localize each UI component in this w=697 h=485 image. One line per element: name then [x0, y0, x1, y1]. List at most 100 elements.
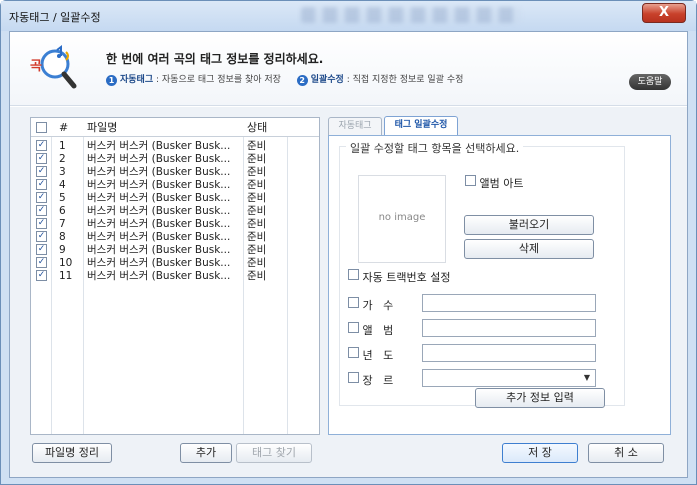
artist-input[interactable]	[422, 294, 596, 312]
batch-edit-panel: 일괄 수정할 태그 항목을 선택하세요. no image 앨범 아트 불러오기…	[328, 135, 671, 435]
artist-option[interactable]: 가 수	[348, 297, 393, 313]
column-filename[interactable]: 파일명	[87, 118, 239, 137]
step-2-name: 일괄수정	[310, 75, 344, 85]
row-filename: 버스커 버스커 (Busker Busk...	[87, 192, 231, 204]
table-row[interactable]: ✓ 1 버스커 버스커 (Busker Busk... 준비	[31, 140, 319, 152]
logo-text: 곡	[30, 59, 42, 74]
row-checkbox[interactable]: ✓	[36, 257, 47, 269]
row-status: 준비	[247, 270, 267, 282]
album-art-preview: no image	[358, 175, 446, 263]
row-num: 2	[59, 153, 66, 165]
column-status[interactable]: 상태	[247, 118, 267, 137]
row-filename: 버스커 버스커 (Busker Busk...	[87, 270, 231, 282]
row-num: 7	[59, 218, 66, 230]
row-status: 준비	[247, 179, 267, 191]
chevron-down-icon: ▼	[583, 373, 590, 382]
album-option[interactable]: 앨 범	[348, 322, 393, 338]
row-checkbox[interactable]: ✓	[36, 205, 47, 217]
row-filename: 버스커 버스커 (Busker Busk...	[87, 218, 231, 230]
row-num: 4	[59, 179, 66, 191]
table-row[interactable]: ✓ 2 버스커 버스커 (Busker Busk... 준비	[31, 153, 319, 165]
table-row[interactable]: ✓ 3 버스커 버스커 (Busker Busk... 준비	[31, 166, 319, 178]
step-2-desc: : 직접 지정한 정보로 일괄 수정	[343, 75, 464, 85]
row-num: 3	[59, 166, 66, 178]
auto-track-option[interactable]: 자동 트랙번호 설정	[348, 269, 450, 285]
step-1-name: 자동태그	[120, 75, 154, 85]
table-row[interactable]: ✓ 11 버스커 버스커 (Busker Busk... 준비	[31, 270, 319, 282]
step-2-badge: 2	[296, 75, 308, 86]
year-option[interactable]: 년 도	[348, 347, 393, 363]
row-status: 준비	[247, 205, 267, 217]
row-num: 6	[59, 205, 66, 217]
album-checkbox[interactable]	[348, 322, 359, 333]
save-button[interactable]: 저 장	[502, 443, 578, 463]
row-num: 11	[59, 270, 73, 282]
row-filename: 버스커 버스커 (Busker Busk...	[87, 205, 231, 217]
row-status: 준비	[247, 244, 267, 256]
group-title: 일괄 수정할 태그 항목을 선택하세요.	[346, 140, 524, 156]
find-tag-button[interactable]: 태그 찾기	[236, 443, 312, 463]
title-bar[interactable]: 자동태그 / 일괄수정 X	[1, 1, 696, 31]
table-row[interactable]: ✓ 4 버스커 버스커 (Busker Busk... 준비	[31, 179, 319, 191]
auto-track-checkbox[interactable]	[348, 269, 359, 280]
table-row[interactable]: ✓ 8 버스커 버스커 (Busker Busk... 준비	[31, 231, 319, 243]
row-filename: 버스커 버스커 (Busker Busk...	[87, 231, 231, 243]
close-button[interactable]: X	[642, 3, 686, 23]
row-checkbox[interactable]: ✓	[36, 244, 47, 256]
help-button[interactable]: 도움말	[629, 74, 671, 90]
row-num: 8	[59, 231, 66, 243]
row-num: 9	[59, 244, 66, 256]
year-label: 년 도	[362, 349, 394, 362]
year-input[interactable]	[422, 344, 596, 362]
row-checkbox[interactable]: ✓	[36, 231, 47, 243]
table-row[interactable]: ✓ 6 버스커 버스커 (Busker Busk... 준비	[31, 205, 319, 217]
genre-select[interactable]: ▼	[422, 369, 596, 387]
row-checkbox[interactable]: ✓	[36, 218, 47, 230]
file-list[interactable]: # 파일명 상태 ✓ 1 버스커 버스커 (Busker Busk... 준비 …	[30, 117, 320, 435]
extra-info-button[interactable]: 추가 정보 입력	[475, 388, 605, 408]
row-checkbox[interactable]: ✓	[36, 179, 47, 191]
row-checkbox[interactable]: ✓	[36, 192, 47, 204]
add-button[interactable]: 추가	[180, 443, 232, 463]
row-filename: 버스커 버스커 (Busker Busk...	[87, 179, 231, 191]
row-status: 준비	[247, 166, 267, 178]
list-header: # 파일명 상태	[31, 118, 319, 137]
genre-label: 장 르	[362, 374, 394, 387]
table-row[interactable]: ✓ 5 버스커 버스커 (Busker Busk... 준비	[31, 192, 319, 204]
dialog-client: 곡 한 번에 여러 곡의 태그 정보를 정리하세요. 1 자동태그 : 자동으로 …	[9, 31, 688, 478]
year-checkbox[interactable]	[348, 347, 359, 358]
row-checkbox[interactable]: ✓	[36, 140, 47, 152]
tab-batch-edit[interactable]: 태그 일괄수정	[384, 116, 458, 136]
column-num[interactable]: #	[59, 118, 68, 137]
step-1-desc: : 자동으로 태그 정보를 찾아 저장	[153, 75, 281, 85]
row-status: 준비	[247, 153, 267, 165]
table-row[interactable]: ✓ 7 버스커 버스커 (Busker Busk... 준비	[31, 218, 319, 230]
organize-filenames-button[interactable]: 파일명 정리	[32, 443, 112, 463]
row-filename: 버스커 버스커 (Busker Busk...	[87, 166, 231, 178]
album-label: 앨 범	[362, 324, 394, 337]
row-checkbox[interactable]: ✓	[36, 270, 47, 282]
select-all-checkbox[interactable]	[36, 122, 47, 135]
row-status: 준비	[247, 257, 267, 269]
delete-button[interactable]: 삭제	[464, 239, 594, 259]
batch-edit-group: 일괄 수정할 태그 항목을 선택하세요. no image 앨범 아트 불러오기…	[339, 140, 625, 406]
row-checkbox[interactable]: ✓	[36, 166, 47, 178]
genre-option[interactable]: 장 르	[348, 372, 393, 388]
album-input[interactable]	[422, 319, 596, 337]
cancel-button[interactable]: 취 소	[588, 443, 664, 463]
dialog-body: # 파일명 상태 ✓ 1 버스커 버스커 (Busker Busk... 준비 …	[10, 107, 687, 477]
genre-checkbox[interactable]	[348, 372, 359, 383]
table-row[interactable]: ✓ 9 버스커 버스커 (Busker Busk... 준비	[31, 244, 319, 256]
artist-checkbox[interactable]	[348, 297, 359, 308]
row-checkbox[interactable]: ✓	[36, 153, 47, 165]
load-button[interactable]: 불러오기	[464, 215, 594, 235]
row-filename: 버스커 버스커 (Busker Busk...	[87, 257, 231, 269]
artist-label: 가 수	[362, 299, 394, 312]
album-art-option[interactable]: 앨범 아트	[465, 175, 523, 191]
auto-track-label: 자동 트랙번호 설정	[362, 271, 451, 284]
window-title: 자동태그 / 일괄수정	[9, 11, 101, 24]
tab-auto-tag[interactable]: 자동태그	[328, 117, 382, 135]
album-art-checkbox[interactable]	[465, 175, 476, 186]
dialog-window: 자동태그 / 일괄수정 X 곡 한 번에 여러 곡의 태그 정보를 정리하세요.…	[0, 0, 697, 485]
table-row[interactable]: ✓ 10 버스커 버스커 (Busker Busk... 준비	[31, 257, 319, 269]
